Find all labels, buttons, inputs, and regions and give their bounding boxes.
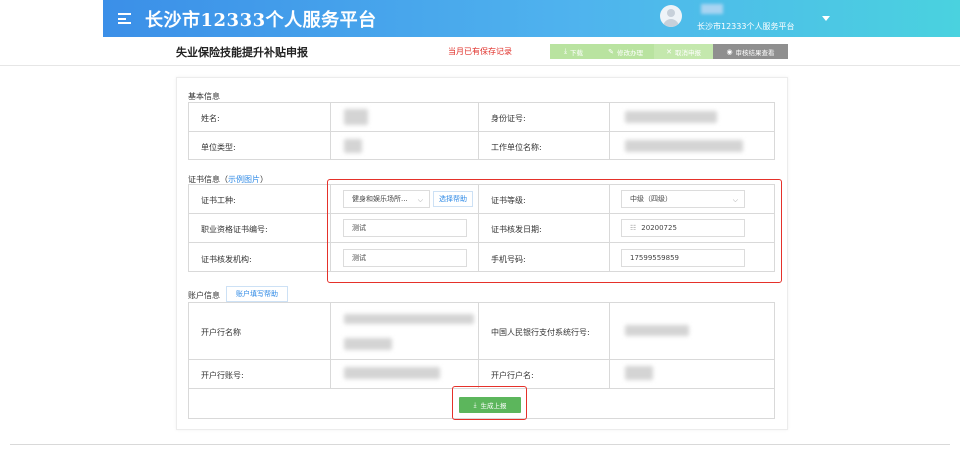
download-label: 下载 bbox=[570, 48, 584, 57]
edit-button[interactable]: ✎ 修改办理 bbox=[597, 44, 654, 59]
redacted-account-number bbox=[344, 367, 440, 379]
view-result-button[interactable]: ◉ 审核结果查看 bbox=[713, 44, 788, 59]
account-holder-label: 开户行户名: bbox=[491, 371, 534, 380]
account-number-label: 开户行账号: bbox=[201, 371, 244, 380]
application-form: 基本信息 姓名: 身份证号: 单位类型: 工作单位名称: 证书信息（示例图片） … bbox=[176, 77, 788, 430]
cert-type-label: 证书工种: bbox=[201, 196, 236, 205]
id-number-label: 身份证号: bbox=[491, 114, 526, 123]
edit-label: 修改办理 bbox=[616, 48, 643, 57]
status-note: 当月已有保存记录 bbox=[448, 47, 512, 56]
issuer-label: 证书核发机构: bbox=[201, 255, 252, 264]
redacted-name bbox=[344, 109, 368, 125]
basic-info-table: 姓名: 身份证号: 单位类型: 工作单位名称: bbox=[188, 102, 775, 160]
divider bbox=[478, 303, 479, 388]
cancel-label: 取消申报 bbox=[674, 48, 701, 57]
divider bbox=[609, 303, 610, 388]
page-toolbar: 失业保险技能提升补贴申报 当月已有保存记录 ⤓ 下载 ✎ 修改办理 ✕ 取消申报 ◉ 审… bbox=[0, 37, 960, 66]
redacted-username bbox=[701, 4, 723, 14]
redacted-pboc-number bbox=[625, 325, 689, 336]
redacted-unit-type bbox=[344, 139, 362, 153]
cancel-declaration-button[interactable]: ✕ 取消申报 bbox=[654, 44, 713, 59]
name-label: 姓名: bbox=[201, 114, 220, 123]
divider bbox=[478, 103, 479, 159]
top-header: 长沙市12333个人服务平台 长沙市12333个人服务平台 bbox=[103, 0, 960, 37]
eye-icon: ◉ bbox=[726, 47, 733, 56]
unit-type-label: 单位类型: bbox=[201, 143, 236, 152]
example-image-link[interactable]: 示例图片 bbox=[228, 175, 260, 184]
hamburger-icon[interactable] bbox=[118, 13, 131, 24]
cert-info-title-text: 证书信息 bbox=[188, 175, 220, 184]
edit-icon: ✎ bbox=[608, 47, 614, 56]
redacted-bank-name bbox=[344, 314, 474, 324]
view-label: 审核结果查看 bbox=[735, 48, 775, 57]
redacted-id-number bbox=[625, 111, 717, 123]
page-title: 失业保险技能提升补贴申报 bbox=[176, 46, 308, 59]
chevron-down-icon[interactable] bbox=[822, 16, 830, 21]
bank-name-label: 开户行名称 bbox=[201, 328, 241, 337]
table-row bbox=[189, 360, 774, 389]
highlight-box-cert bbox=[327, 179, 782, 283]
redacted-bank-name-2 bbox=[344, 338, 392, 350]
download-button[interactable]: ⤓ 下载 bbox=[550, 44, 597, 59]
divider bbox=[330, 103, 331, 159]
avatar[interactable] bbox=[660, 5, 682, 27]
redacted-employer bbox=[625, 140, 743, 152]
download-icon: ⤓ bbox=[563, 47, 568, 55]
account-fill-help-button[interactable]: 账户填写帮助 bbox=[226, 286, 288, 302]
close-icon: ✕ bbox=[666, 47, 672, 56]
platform-title: 长沙市12333个人服务平台 bbox=[145, 10, 377, 31]
cert-info-paren-close: ） bbox=[260, 175, 268, 184]
footer-divider bbox=[10, 444, 950, 445]
employer-label: 工作单位名称: bbox=[491, 143, 542, 152]
highlight-box-submit bbox=[452, 386, 527, 420]
divider bbox=[330, 303, 331, 388]
account-info-title: 账户信息 bbox=[188, 291, 220, 300]
cert-number-label: 职业资格证书编号: bbox=[201, 225, 268, 234]
basic-info-title: 基本信息 bbox=[188, 92, 220, 101]
divider bbox=[609, 103, 610, 159]
cert-info-paren-open: （ bbox=[220, 175, 228, 184]
pboc-number-label: 中国人民银行支付系统行号: bbox=[491, 328, 590, 337]
redacted-account-holder bbox=[625, 366, 653, 380]
user-platform-label: 长沙市12333个人服务平台 bbox=[697, 22, 795, 31]
